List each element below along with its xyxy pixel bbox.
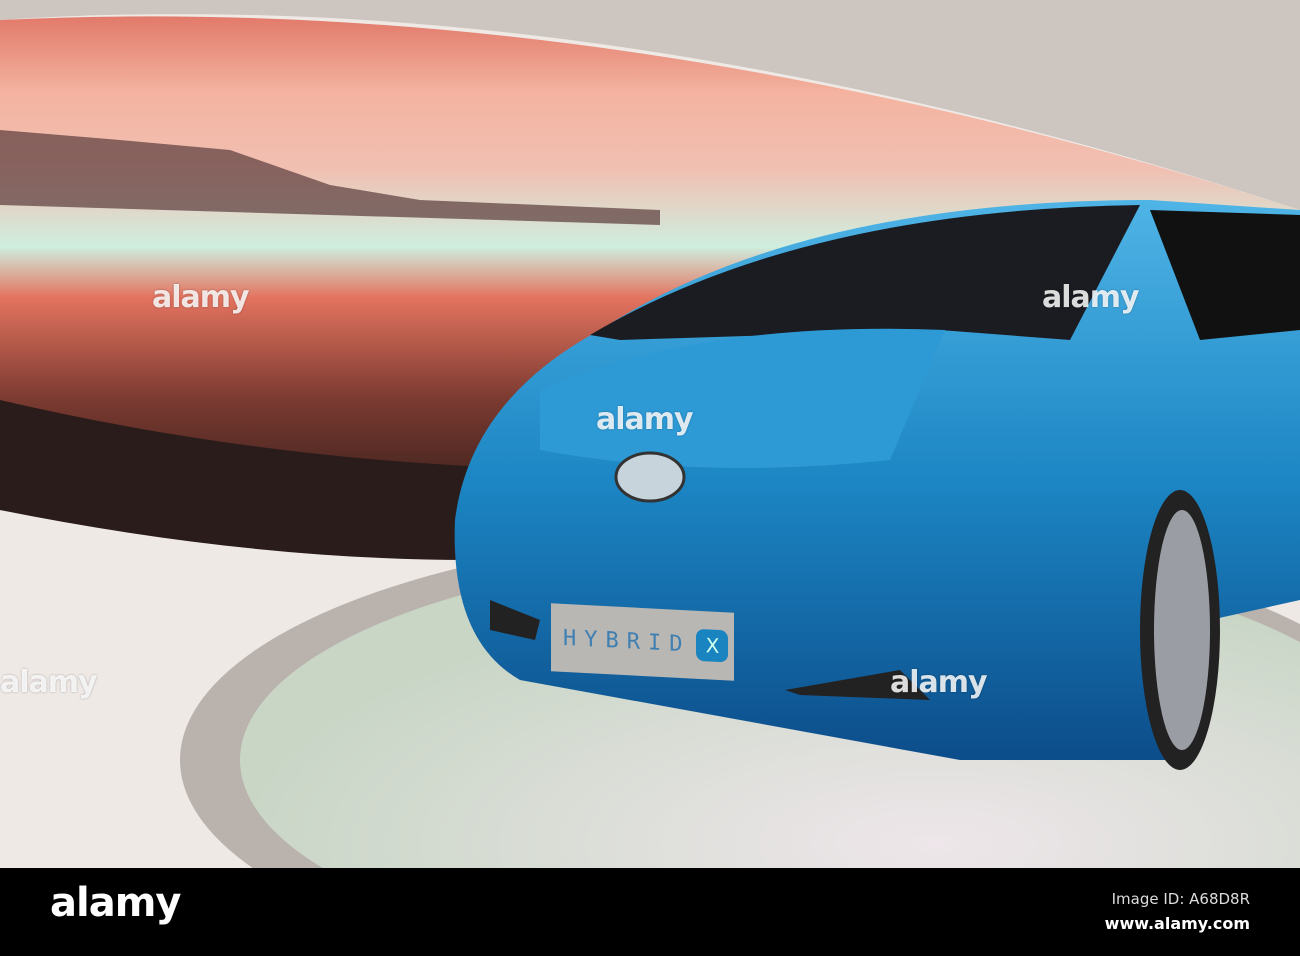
watermark: alamy bbox=[152, 280, 250, 315]
alamy-logo: alamy bbox=[50, 880, 181, 926]
watermark: alamy bbox=[1042, 280, 1140, 315]
photo: HYBRID X alamy alamy alamy alamy alamy bbox=[0, 0, 1300, 868]
footer-bar bbox=[0, 868, 1300, 956]
plate-badge: X bbox=[696, 628, 729, 663]
watermark: alamy bbox=[0, 665, 98, 700]
plate-text: HYBRID bbox=[563, 625, 691, 658]
image-id: Image ID: A68D8R bbox=[1111, 890, 1250, 908]
watermark: alamy bbox=[596, 402, 694, 437]
license-plate: HYBRID X bbox=[551, 603, 734, 681]
watermark: alamy bbox=[890, 665, 988, 700]
site-url: www.alamy.com bbox=[1104, 914, 1250, 933]
